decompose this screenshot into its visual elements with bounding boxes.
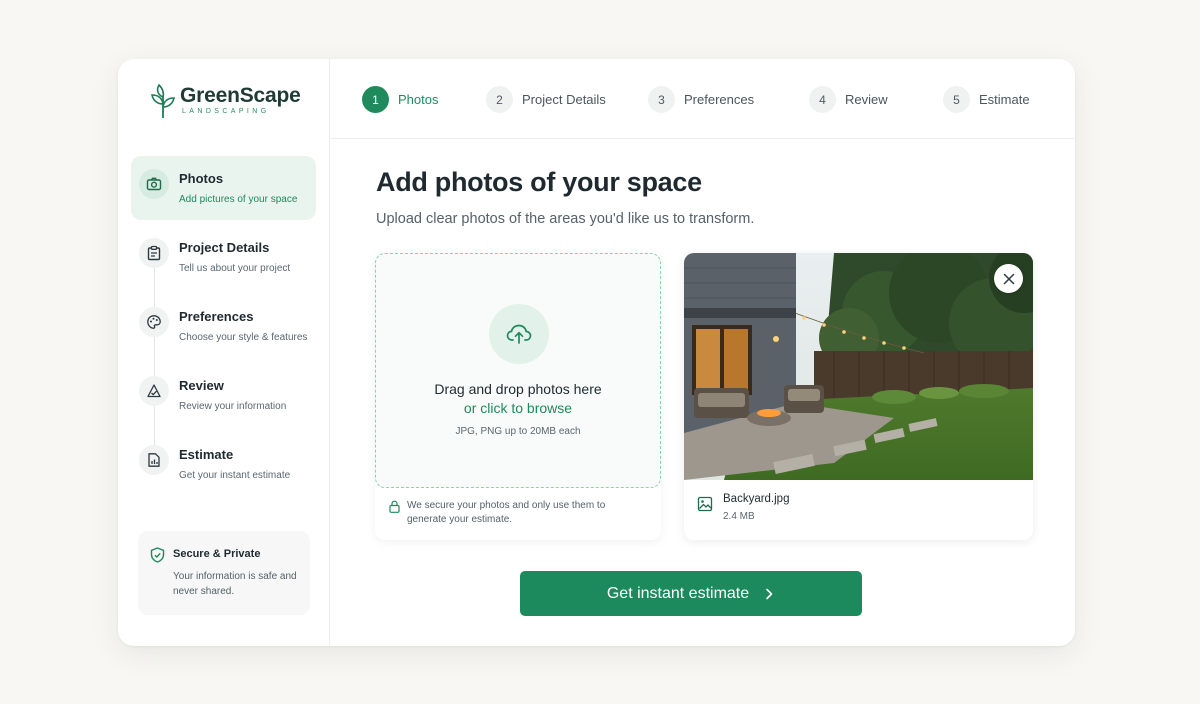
step-label: Estimate	[979, 92, 1030, 107]
backyard-photo-thumbnail	[684, 253, 1033, 480]
lock-icon	[389, 500, 400, 513]
leaf-logo-icon	[151, 83, 175, 118]
step-project-details[interactable]: 2 Project Details	[486, 86, 606, 113]
secure-title: Secure & Private	[173, 548, 261, 560]
sidebar: GreenScape LANDSCAPING Photos Add pictur…	[118, 59, 330, 646]
step-label: Preferences	[684, 92, 755, 107]
browse-link[interactable]: or click to browse	[376, 400, 660, 416]
step-label: Project Details	[522, 92, 606, 107]
brand-logo[interactable]: GreenScape LANDSCAPING	[150, 83, 301, 119]
sidebar-item-subtitle: Review your information	[179, 401, 287, 412]
dropzone-title: Drag and drop photos here	[434, 381, 602, 397]
clipboard-icon	[139, 238, 169, 268]
step-number: 3	[648, 86, 675, 113]
sidebar-item-review[interactable]: Review Review your information	[131, 363, 316, 427]
step-number: 1	[362, 86, 389, 113]
progress-stepper: 1 Photos 2 Project Details 3 Preferences…	[331, 59, 1075, 139]
cta-label: Get instant estimate	[606, 584, 750, 602]
document-icon	[139, 445, 169, 475]
sidebar-item-title: Estimate	[179, 447, 234, 462]
step-number: 4	[809, 86, 836, 113]
sidebar-item-title: Review	[179, 378, 224, 393]
page-title: Add photos of your space	[376, 167, 702, 197]
dropzone-hint: JPG, PNG up to 20MB each	[455, 426, 581, 437]
secure-text: Your information is safe and never share…	[173, 571, 297, 597]
sidebar-item-subtitle: Add pictures of your space	[179, 194, 298, 205]
step-estimate[interactable]: 5 Estimate	[943, 86, 1030, 113]
step-preferences[interactable]: 3 Preferences	[648, 86, 754, 113]
brand-name: GreenScape	[180, 84, 301, 107]
upload-card: Drag and drop photos here or click to br…	[375, 253, 661, 540]
cloud-upload-icon	[489, 304, 549, 364]
step-label: Photos	[398, 92, 439, 107]
privacy-text: We secure your photos and only use them …	[407, 500, 606, 525]
sidebar-item-subtitle: Choose your style & features	[179, 332, 308, 343]
image-file-icon	[697, 496, 713, 512]
sidebar-item-estimate[interactable]: Estimate Get your instant estimate	[131, 432, 316, 496]
secure-private-box: Secure & Private Your information is saf…	[138, 531, 310, 615]
sidebar-item-project-details[interactable]: Project Details Tell us about your proje…	[131, 225, 316, 289]
brand-tagline: LANDSCAPING	[182, 108, 270, 115]
page-subtitle: Upload clear photos of the areas you'd l…	[376, 211, 755, 227]
step-number: 2	[486, 86, 513, 113]
step-review[interactable]: 4 Review	[809, 86, 888, 113]
step-label: Review	[845, 92, 888, 107]
remove-photo-button[interactable]	[994, 264, 1023, 293]
sidebar-item-subtitle: Get your instant estimate	[179, 470, 291, 481]
camera-icon	[139, 169, 169, 199]
get-instant-estimate-button[interactable]: Get instant estimate	[520, 571, 862, 616]
uploaded-photo-card: Backyard.jpg 2.4 MB	[684, 253, 1033, 540]
file-name: Backyard.jpg	[723, 493, 790, 505]
wizard-card: GreenScape LANDSCAPING Photos Add pictur…	[118, 59, 1075, 646]
close-icon	[1003, 273, 1014, 284]
chevron-right-icon	[766, 588, 773, 599]
shield-icon	[150, 547, 165, 563]
sidebar-item-photos[interactable]: Photos Add pictures of your space	[131, 156, 316, 220]
sidebar-item-subtitle: Tell us about your project	[179, 263, 291, 274]
photo-dropzone[interactable]: Drag and drop photos here or click to br…	[375, 253, 661, 488]
review-icon	[139, 376, 169, 406]
palette-icon	[139, 307, 169, 337]
sidebar-item-title: Photos	[179, 171, 224, 186]
step-photos[interactable]: 1 Photos	[362, 86, 438, 113]
step-number: 5	[943, 86, 970, 113]
file-size: 2.4 MB	[723, 511, 755, 522]
sidebar-item-title: Project Details	[179, 240, 270, 255]
sidebar-item-preferences[interactable]: Preferences Choose your style & features	[131, 294, 316, 358]
sidebar-item-title: Preferences	[179, 309, 254, 324]
